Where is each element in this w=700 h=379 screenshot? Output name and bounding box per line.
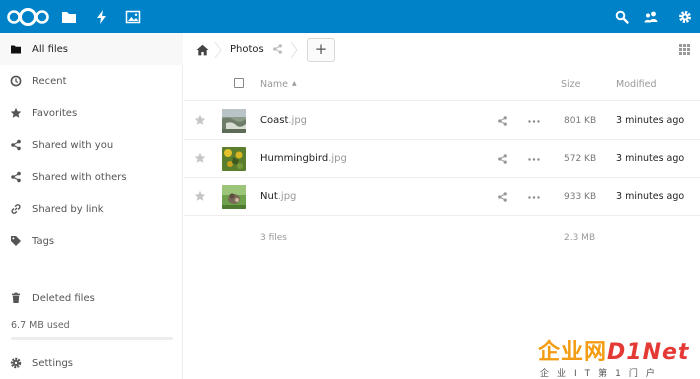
- clock-icon: [10, 75, 22, 87]
- breadcrumb-separator-icon: [290, 41, 298, 59]
- watermark-brand-en: D1Net: [607, 340, 690, 365]
- column-header-modified[interactable]: Modified: [616, 79, 657, 90]
- file-modified: 3 minutes ago: [616, 115, 685, 126]
- files-icon[interactable]: [60, 8, 78, 26]
- share-icon[interactable]: [497, 153, 508, 165]
- watermark-tagline: 企业IT第1门户: [540, 369, 663, 379]
- app-navigation: All files Recent Favorites Shared with y…: [0, 33, 183, 379]
- file-name[interactable]: Coast.jpg: [260, 115, 307, 126]
- top-header: [0, 0, 700, 33]
- sidebar-item-label: Settings: [32, 357, 74, 369]
- star-icon[interactable]: [194, 152, 206, 164]
- share-icon[interactable]: [272, 43, 283, 55]
- file-name-base: Coast: [260, 115, 289, 126]
- sidebar-item-shared-with-you[interactable]: Shared with you: [0, 129, 183, 161]
- settings-gear-icon: [10, 357, 22, 369]
- share-icon: [11, 171, 21, 183]
- nextcloud-logo[interactable]: [6, 7, 50, 27]
- sidebar-item-deleted-files[interactable]: Deleted files: [0, 282, 183, 314]
- sidebar-item-label: Shared with others: [32, 171, 127, 183]
- table-row[interactable]: Coast.jpg 801 KB 3 minutes ago: [184, 102, 700, 140]
- sidebar-item-recent[interactable]: Recent: [0, 65, 183, 97]
- sidebar-item-label: Tags: [32, 235, 55, 247]
- table-row[interactable]: Nut.jpg 933 KB 3 minutes ago: [184, 178, 700, 216]
- sidebar-item-shared-with-others[interactable]: Shared with others: [0, 161, 183, 193]
- file-name[interactable]: Hummingbird.jpg: [260, 153, 347, 164]
- breadcrumb-separator-icon: [214, 41, 222, 59]
- more-actions-icon[interactable]: [528, 120, 540, 123]
- sidebar-item-label: Deleted files: [32, 292, 95, 304]
- thumbnail-hummingbird[interactable]: [222, 147, 246, 171]
- file-name-base: Hummingbird: [260, 153, 329, 164]
- sort-ascending-icon: ▲: [292, 80, 297, 87]
- sidebar-item-label: All files: [32, 43, 69, 55]
- share-icon[interactable]: [497, 191, 508, 203]
- file-modified: 3 minutes ago: [616, 153, 685, 164]
- quota-text: 6.7 MB used: [11, 320, 70, 331]
- file-name[interactable]: Nut.jpg: [260, 191, 296, 202]
- star-icon[interactable]: [194, 114, 206, 126]
- file-count-summary: 3 files: [260, 233, 287, 243]
- more-actions-icon[interactable]: [528, 158, 540, 161]
- search-icon[interactable]: [614, 9, 630, 25]
- share-icon[interactable]: [497, 115, 508, 127]
- settings-gear-icon[interactable]: [677, 9, 693, 25]
- link-icon: [11, 204, 21, 214]
- thumbnail-nut[interactable]: [222, 185, 246, 209]
- file-size: 933 KB: [564, 192, 597, 202]
- grid-view-icon[interactable]: [679, 44, 690, 55]
- file-size: 801 KB: [564, 116, 597, 126]
- sidebar-item-shared-by-link[interactable]: Shared by link: [0, 193, 183, 225]
- sidebar-item-label: Shared by link: [32, 203, 104, 215]
- sidebar-item-settings[interactable]: Settings: [0, 347, 183, 379]
- home-icon[interactable]: [196, 44, 209, 56]
- column-header-size[interactable]: Size: [561, 79, 581, 90]
- star-icon[interactable]: [194, 190, 206, 202]
- file-list-header: Name ▲ Size Modified: [184, 67, 700, 101]
- new-file-button[interactable]: +: [307, 38, 335, 62]
- select-all-checkbox[interactable]: [234, 78, 244, 88]
- thumbnail-coast[interactable]: [222, 109, 246, 133]
- watermark-brand-cn: 企业网: [538, 340, 608, 365]
- app-content: Photos + Name ▲ Size Modified Coast.jpg …: [184, 33, 700, 379]
- file-name-extension: .jpg: [328, 153, 347, 164]
- file-name-extension: .jpg: [288, 115, 308, 126]
- sidebar-item-favorites[interactable]: Favorites: [0, 97, 183, 129]
- sidebar-item-all-files[interactable]: All files: [0, 33, 183, 65]
- activity-icon[interactable]: [93, 8, 111, 26]
- gallery-icon[interactable]: [124, 8, 142, 26]
- column-header-name[interactable]: Name: [260, 79, 288, 90]
- file-name-base: Nut: [260, 191, 278, 202]
- file-modified: 3 minutes ago: [616, 191, 685, 202]
- share-icon: [11, 139, 21, 151]
- file-size: 572 KB: [564, 154, 597, 164]
- table-row[interactable]: Hummingbird.jpg 572 KB 3 minutes ago: [184, 140, 700, 178]
- watermark-logo: 企业网D1Net 企业IT第1门户: [538, 332, 700, 379]
- more-actions-icon[interactable]: [528, 196, 540, 199]
- sidebar-item-label: Recent: [32, 75, 67, 87]
- total-size-summary: 2.3 MB: [564, 233, 596, 243]
- star-icon: [10, 107, 22, 118]
- folder-icon: [11, 45, 21, 54]
- tag-icon: [11, 236, 21, 246]
- quota-bar: [11, 337, 173, 340]
- sidebar-item-label: Shared with you: [32, 139, 114, 151]
- contacts-icon[interactable]: [643, 9, 659, 25]
- breadcrumb: Photos +: [184, 33, 700, 67]
- watermark-brand: 企业网D1Net: [538, 334, 689, 366]
- sidebar-item-label: Favorites: [32, 107, 78, 119]
- trash-icon: [12, 292, 20, 303]
- file-name-extension: .jpg: [277, 191, 297, 202]
- breadcrumb-current[interactable]: Photos: [230, 44, 264, 55]
- sidebar-item-tags[interactable]: Tags: [0, 225, 183, 257]
